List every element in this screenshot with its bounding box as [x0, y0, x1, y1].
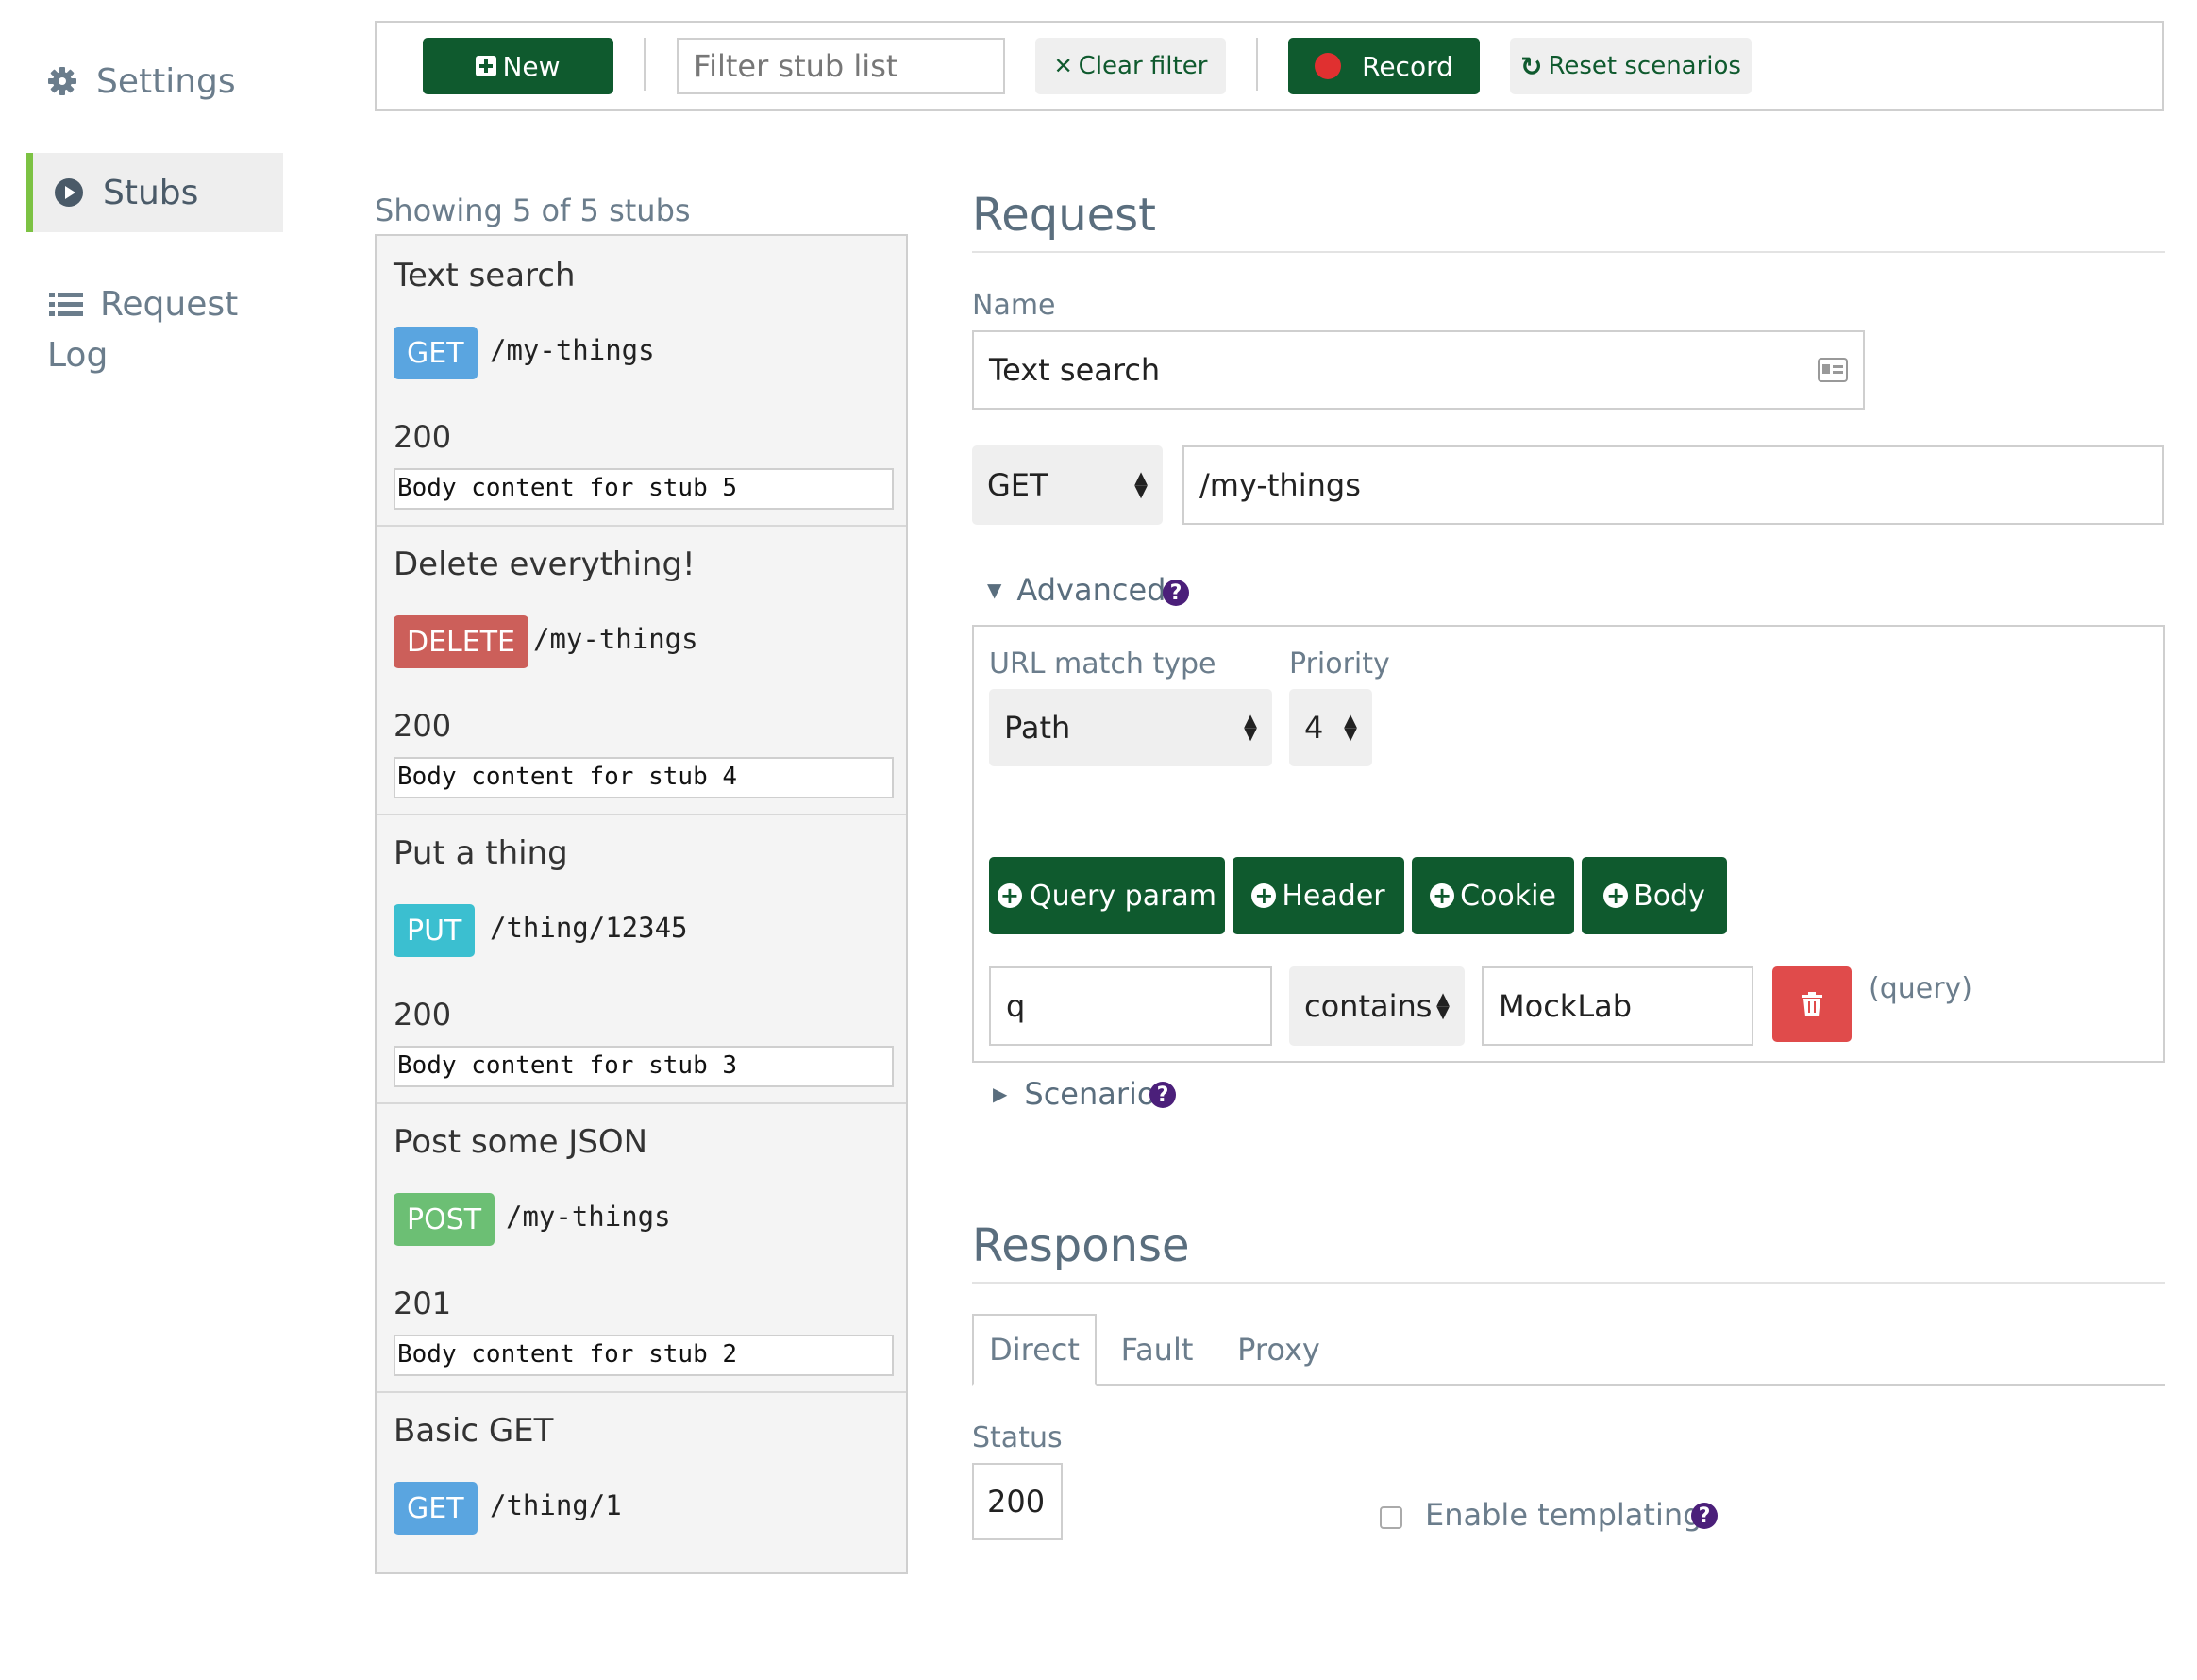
- method-badge: GET: [394, 327, 478, 379]
- stub-list-item[interactable]: Put a thing PUT /thing/12345 200 Body co…: [377, 814, 906, 1104]
- advanced-toggle[interactable]: ▼ Advanced: [987, 572, 1166, 608]
- plus-circle-icon: +: [997, 882, 1022, 909]
- stub-list-item[interactable]: Basic GET GET /thing/1: [377, 1391, 906, 1680]
- divider: [972, 251, 2165, 253]
- tab-direct[interactable]: Direct: [972, 1314, 1097, 1386]
- stub-name: Put a thing: [394, 834, 568, 872]
- plus-circle-icon: +: [1251, 882, 1277, 909]
- stub-name: Post some JSON: [394, 1123, 648, 1161]
- url-input[interactable]: /my-things: [1182, 445, 2164, 525]
- stub-list-item[interactable]: Delete everything! DELETE /my-things 200…: [377, 525, 906, 815]
- caret-down-icon: ▼: [987, 579, 1002, 601]
- stub-url: /my-things: [490, 334, 655, 366]
- query-param-value-input[interactable]: MockLab: [1482, 966, 1753, 1046]
- stub-list: Text search GET /my-things 200 Body cont…: [375, 234, 908, 1574]
- stub-list-item[interactable]: Post some JSON POST /my-things 201 Body …: [377, 1102, 906, 1393]
- gear-icon: [48, 67, 76, 95]
- sidebar-item-stubs[interactable]: Stubs: [26, 153, 283, 232]
- list-icon: [49, 293, 83, 316]
- stub-name: Text search: [394, 257, 576, 294]
- divider: [972, 1282, 2165, 1284]
- tab-fault[interactable]: Fault: [1110, 1314, 1204, 1386]
- method-badge: GET: [394, 1482, 478, 1535]
- stub-body: Body content for stub 2: [394, 1335, 894, 1376]
- stub-url: /thing/1: [490, 1489, 622, 1521]
- stub-name-input[interactable]: Text search: [972, 330, 1865, 410]
- templating-checkbox[interactable]: [1380, 1506, 1402, 1529]
- delete-matcher-button[interactable]: [1772, 966, 1852, 1042]
- toolbar-divider: [1256, 38, 1258, 91]
- help-icon[interactable]: ?: [1149, 1082, 1176, 1108]
- request-heading: Request: [972, 189, 1156, 242]
- help-icon[interactable]: ?: [1691, 1503, 1718, 1529]
- add-cookie-button[interactable]: + Cookie: [1412, 857, 1574, 934]
- tab-proxy[interactable]: Proxy: [1223, 1314, 1334, 1386]
- plus-circle-icon: +: [1430, 882, 1455, 909]
- url-match-type-label: URL match type: [989, 647, 1216, 680]
- sidebar-item-label: Settings: [96, 61, 236, 101]
- stub-status: 200: [394, 997, 452, 1033]
- stub-url: /my-things: [506, 1201, 671, 1233]
- query-param-key-input[interactable]: q: [989, 966, 1272, 1046]
- stub-name: Delete everything!: [394, 546, 696, 583]
- plus-square-icon: [476, 56, 497, 76]
- add-query-param-button[interactable]: + Query param: [989, 857, 1225, 934]
- sidebar-item-settings[interactable]: Settings: [47, 53, 283, 109]
- url-match-type-select[interactable]: Path ▲ ▼: [989, 689, 1272, 766]
- stub-body: Body content for stub 3: [394, 1046, 894, 1087]
- stub-list-item[interactable]: Text search GET /my-things 200 Body cont…: [377, 236, 906, 527]
- method-badge: PUT: [394, 904, 476, 957]
- add-body-button[interactable]: + Body: [1582, 857, 1727, 934]
- stub-status: 200: [394, 708, 452, 744]
- stub-body: Body content for stub 4: [394, 757, 894, 798]
- sort-arrows-icon: ▲ ▼: [1436, 989, 1450, 1022]
- templating-label: Enable templating: [1425, 1497, 1702, 1533]
- new-stub-button[interactable]: New: [423, 38, 613, 94]
- trash-icon: [1802, 992, 1822, 1016]
- clear-filter-button[interactable]: ✕ Clear filter: [1035, 38, 1226, 94]
- sort-arrows-icon: ▲ ▼: [1244, 711, 1257, 744]
- id-card-icon: [1818, 358, 1848, 382]
- help-icon[interactable]: ?: [1163, 580, 1189, 606]
- name-label: Name: [972, 289, 1056, 322]
- match-operator-select[interactable]: contains ▲ ▼: [1289, 966, 1465, 1046]
- filter-stub-input[interactable]: [677, 38, 1005, 94]
- stub-name: Basic GET: [394, 1412, 554, 1450]
- toolbar-divider: [644, 38, 646, 91]
- stub-status: 201: [394, 1285, 452, 1321]
- http-method-select[interactable]: GET ▲ ▼: [972, 445, 1163, 525]
- record-button[interactable]: Record: [1288, 38, 1480, 94]
- play-circle-icon: [55, 178, 83, 207]
- sort-arrows-icon: ▲ ▼: [1134, 468, 1148, 501]
- method-badge: DELETE: [394, 615, 529, 668]
- record-dot-icon: [1315, 53, 1342, 79]
- refresh-icon: ↻: [1520, 50, 1543, 82]
- close-icon: ✕: [1053, 53, 1073, 79]
- reset-scenarios-button[interactable]: ↻ Reset scenarios: [1510, 38, 1752, 94]
- plus-circle-icon: +: [1603, 882, 1629, 909]
- priority-select[interactable]: 4 ▲ ▼: [1289, 689, 1372, 766]
- matcher-kind-label: (query): [1869, 972, 1973, 1005]
- caret-right-icon: ▶: [993, 1083, 1008, 1105]
- scenario-toggle[interactable]: ▶ Scenario: [993, 1076, 1156, 1112]
- stub-status: 200: [394, 419, 452, 455]
- priority-label: Priority: [1289, 647, 1390, 680]
- add-header-button[interactable]: + Header: [1233, 857, 1404, 934]
- status-input[interactable]: 200: [972, 1463, 1063, 1540]
- sidebar-item-label: Stubs: [103, 173, 199, 212]
- stub-url: /my-things: [533, 623, 698, 655]
- method-badge: POST: [394, 1193, 495, 1246]
- sort-arrows-icon: ▲ ▼: [1344, 711, 1357, 744]
- response-heading: Response: [972, 1219, 1190, 1272]
- status-label: Status: [972, 1421, 1063, 1454]
- stub-body: Body content for stub 5: [394, 468, 894, 510]
- stub-count-text: Showing 5 of 5 stubs: [375, 193, 691, 228]
- sidebar-item-request-log[interactable]: Request Log: [47, 279, 245, 383]
- stub-url: /thing/12345: [490, 912, 688, 944]
